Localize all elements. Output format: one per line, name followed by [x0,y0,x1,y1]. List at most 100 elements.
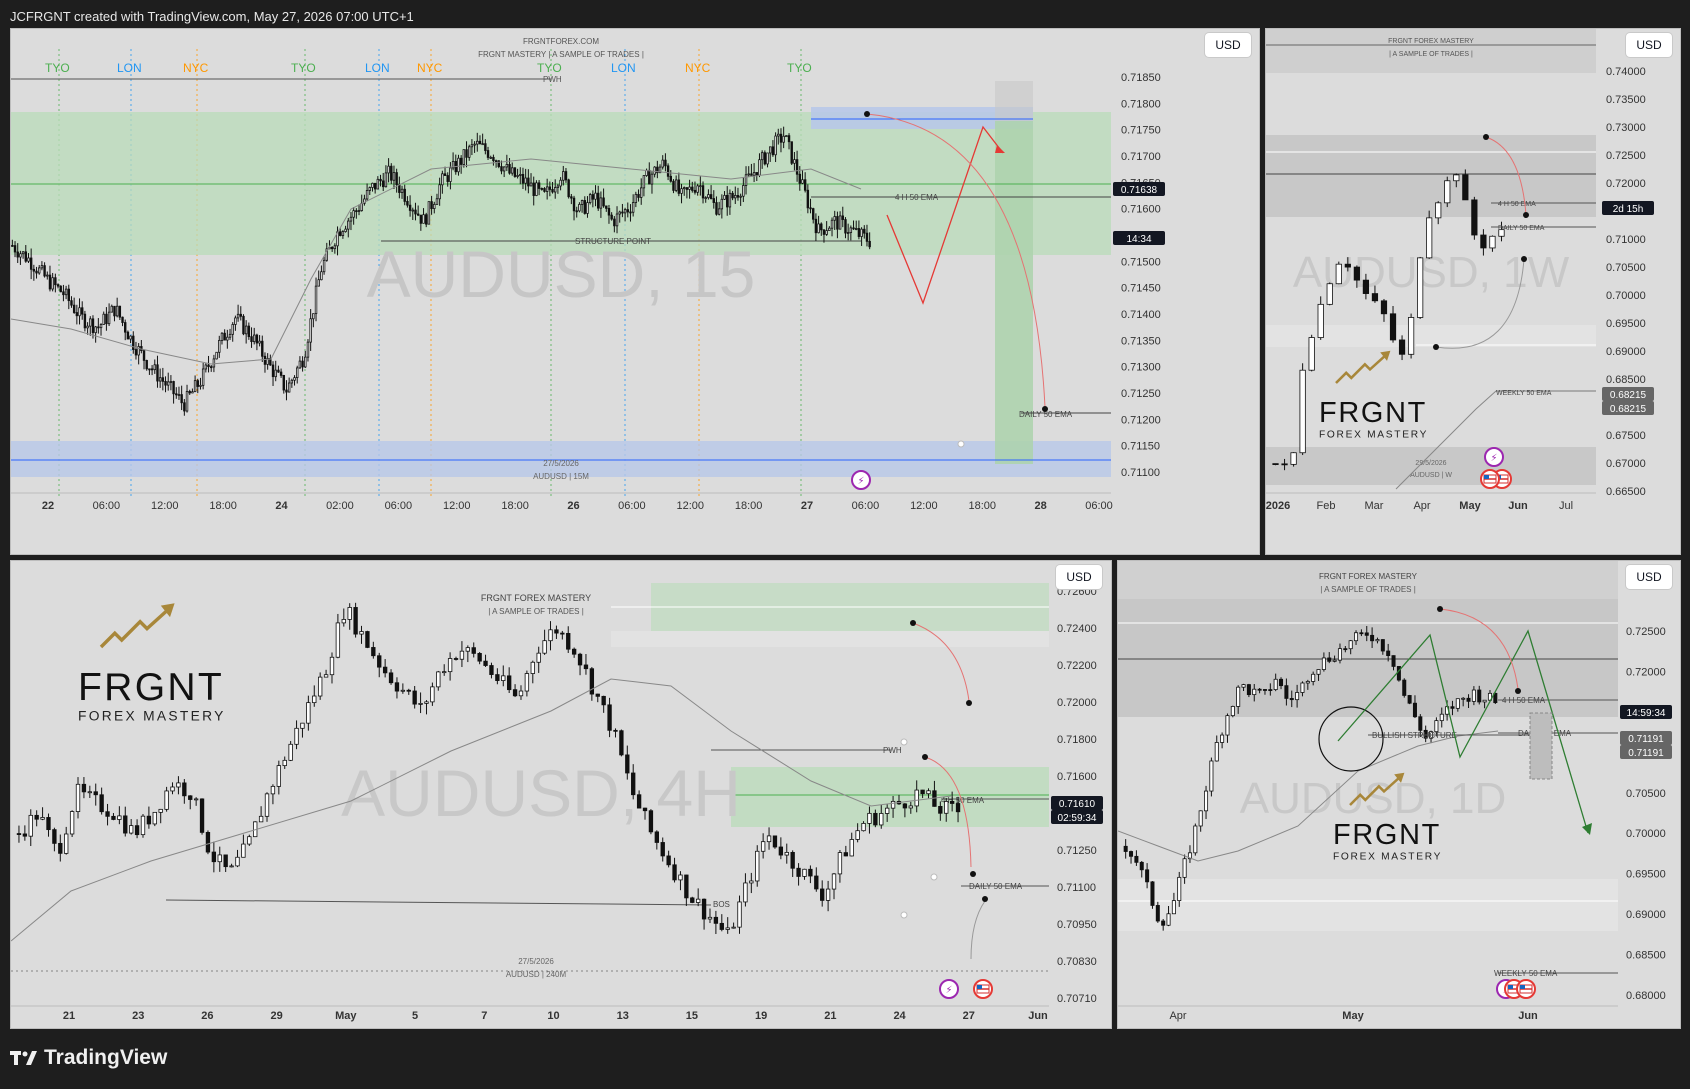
m15-candle [683,187,686,190]
m15-candle [322,259,326,273]
h4-candle [790,851,795,869]
m15-candle [124,322,127,333]
m15-candle [857,228,861,237]
daily-candle [1155,905,1160,922]
chart-15m-canvas[interactable]: TYO LON NYC TYO LON NYC TYO LON NYC TYOPWHSTRUCTU… [11,29,1259,554]
us-flag-icon-2-canton [1520,985,1525,989]
chart-panel-15m[interactable]: TYO LON NYC TYO LON NYC TYO LON NYC TYO PWH STRUCTU… [10,28,1260,555]
h4-candle [353,607,358,635]
m15-candle [648,169,651,185]
bos-line [165,899,712,906]
currency-selector-4h[interactable]: USD [1056,565,1102,589]
h4-candle [831,873,837,890]
brand-line-2: | A SAMPLE OF TRADES | [1320,585,1416,594]
m15-candle [586,202,589,214]
m15-candle [261,340,264,357]
h4-candle [241,843,246,858]
currency-selector-weekly[interactable]: USD [1626,33,1672,57]
m15-candle [341,231,345,236]
chart-header: JCFRGNT created with TradingView.com, Ma… [10,9,414,24]
m15-candle [223,332,226,341]
currency-selector-15m[interactable]: USD [1205,33,1251,57]
h4-candle [229,865,234,868]
daily-candle [1407,695,1412,704]
m15-candle [21,251,25,255]
h4-candle [388,672,394,684]
m15-candle [156,364,159,382]
h4-candle [636,794,642,809]
m15-candle [83,313,87,329]
daily-candle [1450,706,1455,709]
m15-candle [344,228,347,233]
h4-candle [583,664,589,670]
h4-candle [908,805,913,809]
m15-candle [411,209,414,212]
h4-candle [825,888,831,901]
m15-candle [545,186,549,192]
chart-4h-canvas[interactable]: PWHBOS4 H 50 EMADAILY 50 EMAAUDUSD, 4HFR… [11,561,1111,1028]
weekly-time-tick-label: Mar [1365,500,1384,512]
m15-time-tick-label: 12:00 [151,500,179,512]
chart-weekly-canvas[interactable]: AUDUSD, 1WFRGNT FOREX MASTERY| A SAMPLE … [1266,29,1680,554]
daily-candle [1145,869,1150,883]
session-label-nyc: NYC [685,61,711,75]
session-label-tyo: TYO [45,61,70,75]
m15-candle [379,178,382,182]
m15-candle [210,366,213,369]
weekly-time-tick-label: Feb [1317,500,1336,512]
m15-candle [744,174,748,186]
chart-daily-canvas[interactable]: AUDUSD, 1DFRGNT FOREX MASTERY| A SAMPLE … [1118,561,1680,1028]
us-flag-icon-2-canton [1484,475,1489,479]
m15-candle [489,156,492,159]
m15-candle [435,198,439,205]
daily-candle [1220,734,1225,743]
tradingview-footer[interactable]: TradingView [10,1046,167,1070]
daily-candle [1455,698,1460,709]
m15-candle [803,179,807,191]
h4-candle [654,831,660,843]
m15-candle [368,187,371,191]
h4-candle [577,653,583,666]
h4-time-tick-label: 21 [824,1010,836,1022]
m15-candle [86,325,89,329]
session-label-lon: LON [365,61,390,75]
m15-candle [661,159,664,168]
h4-time-tick-label: 29 [271,1010,283,1022]
daily-candle [1337,648,1342,661]
h4-candle [93,791,98,796]
chart-panel-daily[interactable]: AUDUSD, 1D FRGNT FOREX MASTERY | A SAMPLE … [1117,560,1681,1029]
m15-candle [169,381,173,383]
m15-candle [516,175,519,177]
chart-panel-4h[interactable]: PWH BOS 4 H 50 EMA DAILY 50 EMA AUDUSD, 4H FR… [10,560,1112,1029]
m15-candle [13,245,17,253]
m15-candle [191,391,194,394]
m15-candle [51,277,54,290]
brand-line-2: FRGNT MASTERY | A SAMPLE OF TRADES | [478,50,644,59]
daily-candle [1284,685,1289,699]
h4-price-tick-label: 0.70710 [1057,993,1097,1005]
h4-candle [288,743,293,761]
m15-candle [253,334,256,343]
weekly-price-badge-2: 0.68215 [1610,404,1647,415]
h4-candle [648,810,654,833]
h4-candle [22,833,28,837]
m15-candle [777,133,780,137]
m15-candle [562,171,565,181]
h4-candle [778,846,784,856]
currency-selector-daily[interactable]: USD [1626,565,1672,589]
m15-candle [161,377,165,382]
daily-candle [1396,666,1401,681]
h4-candle [696,898,701,903]
h4-candle [270,785,276,795]
daily-candle [1166,913,1171,926]
chart-panel-weekly[interactable]: AUDUSD, 1W FRGNT FOREX MASTERY | A SAMPLE … [1265,28,1681,555]
m15-candle [301,360,304,368]
h4-time-tick-label: 24 [893,1010,906,1022]
m15-candle [258,340,261,344]
m15-candle [279,371,283,376]
h4-candle [855,830,860,840]
m15-candle [46,274,49,277]
m15-price-tick-label: 0.71750 [1121,125,1161,137]
m15-candle [527,177,530,187]
m15-candle [720,198,724,210]
